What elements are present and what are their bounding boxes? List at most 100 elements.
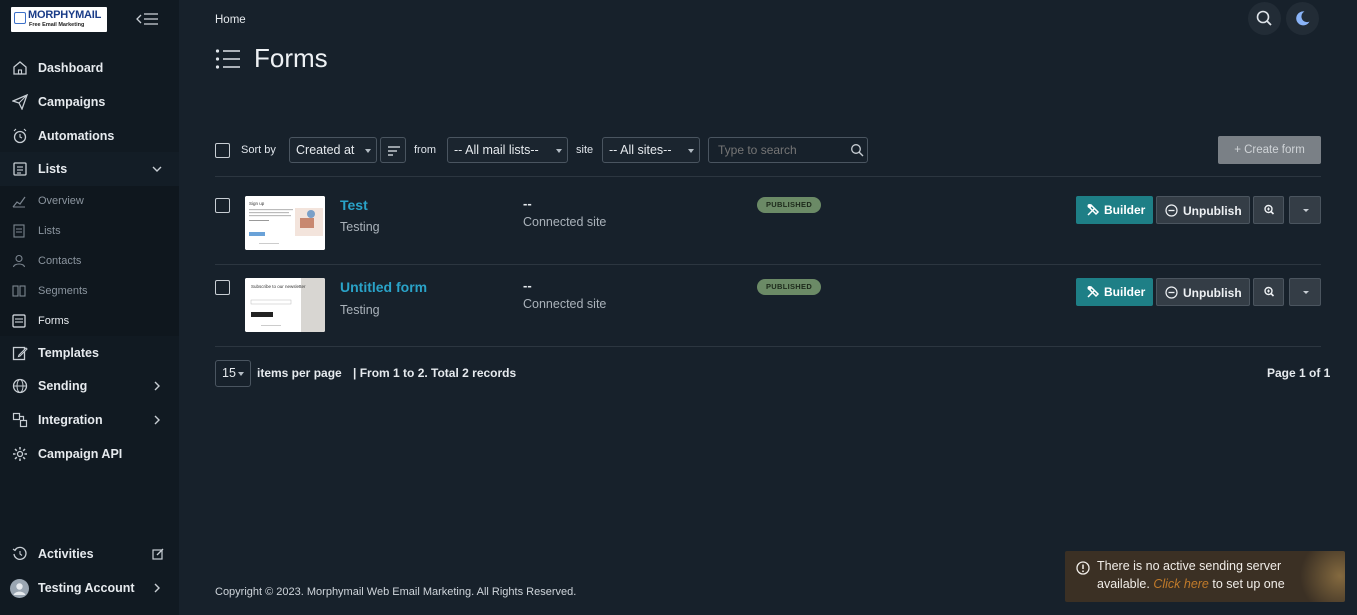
form-site-value: -- bbox=[523, 196, 532, 211]
zoom-icon bbox=[1264, 286, 1275, 297]
sidebar-subitem-overview[interactable]: Overview bbox=[0, 186, 179, 216]
more-actions-dropdown[interactable] bbox=[1289, 196, 1321, 224]
sidebar-collapse-button[interactable] bbox=[135, 9, 159, 29]
sort-direction-button[interactable] bbox=[380, 137, 406, 163]
preview-button[interactable] bbox=[1253, 278, 1284, 306]
sidebar-item-account[interactable]: Testing Account bbox=[0, 571, 179, 605]
toast-message-line2: available. Click here to set up one bbox=[1097, 577, 1285, 591]
sidebar-subitem-contacts[interactable]: Contacts bbox=[0, 246, 179, 276]
sidebar-item-automations[interactable]: Automations bbox=[0, 119, 179, 153]
sidebar-subitem-label: Forms bbox=[38, 315, 70, 327]
form-list-name: Testing bbox=[340, 220, 380, 234]
sidebar-subitem-segments[interactable]: Segments bbox=[0, 276, 179, 306]
sidebar-item-sending[interactable]: Sending bbox=[0, 369, 179, 403]
sidebar-subitem-forms[interactable]: Forms bbox=[0, 306, 179, 336]
chevron-right-icon bbox=[154, 381, 160, 391]
per-page-select[interactable]: 15 bbox=[215, 360, 251, 387]
thumb-heading: Subscribe to our newsletter bbox=[251, 284, 306, 289]
more-actions-dropdown[interactable] bbox=[1289, 278, 1321, 306]
sidebar-item-label: Lists bbox=[38, 162, 68, 176]
thumb-heading: Sign up bbox=[249, 201, 265, 206]
from-label: from bbox=[414, 144, 436, 156]
app-logo[interactable]: MORPHYMAIL Free Email Marketing bbox=[11, 7, 107, 32]
chart-icon bbox=[12, 196, 26, 208]
create-form-button[interactable]: + Create form bbox=[1218, 136, 1321, 164]
search-input[interactable] bbox=[708, 137, 868, 163]
preview-button[interactable] bbox=[1253, 196, 1284, 224]
form-name-link[interactable]: Untitled form bbox=[340, 279, 427, 295]
toast-message: There is no active sending server bbox=[1097, 559, 1282, 573]
form-thumbnail[interactable]: Subscribe to our newsletter bbox=[245, 278, 325, 332]
form-preview-image: Sign up bbox=[245, 196, 325, 250]
sidebar-item-templates[interactable]: Templates bbox=[0, 336, 179, 370]
sort-select-value: Created at bbox=[296, 143, 355, 157]
home-icon bbox=[13, 61, 27, 75]
site-select-value: -- All sites-- bbox=[609, 143, 672, 157]
form-site-caption: Connected site bbox=[523, 297, 607, 311]
toast-glow bbox=[1295, 551, 1345, 602]
mail-list-select[interactable]: -- All mail lists-- bbox=[447, 137, 568, 163]
alert-circle-icon bbox=[1076, 561, 1090, 575]
row-checkbox[interactable] bbox=[215, 280, 230, 295]
edit-icon bbox=[12, 346, 28, 361]
sidebar-item-integration[interactable]: Integration bbox=[0, 403, 179, 437]
tools-icon bbox=[1087, 285, 1100, 298]
list-icon bbox=[13, 162, 27, 176]
unpublish-button[interactable]: Unpublish bbox=[1156, 278, 1250, 306]
logo-title: MORPHYMAIL bbox=[28, 9, 102, 21]
minus-circle-icon bbox=[1165, 286, 1178, 299]
caret-down-icon bbox=[1303, 209, 1309, 212]
paper-plane-icon bbox=[12, 94, 28, 110]
sidebar-item-label: Campaigns bbox=[38, 95, 106, 109]
sidebar-subitem-label: Segments bbox=[38, 285, 88, 297]
unpublish-button[interactable]: Unpublish bbox=[1156, 196, 1250, 224]
builder-button[interactable]: Builder bbox=[1076, 196, 1153, 224]
zoom-icon bbox=[1264, 204, 1275, 215]
sidebar-item-label: Testing Account bbox=[38, 581, 135, 595]
external-edit-icon[interactable] bbox=[152, 548, 164, 560]
menu-collapse-icon bbox=[136, 13, 158, 25]
segments-icon bbox=[12, 285, 26, 297]
list-bullets-icon bbox=[215, 49, 240, 69]
sidebar-item-lists[interactable]: Lists bbox=[0, 152, 179, 186]
history-icon bbox=[12, 546, 27, 560]
theme-toggle-button[interactable] bbox=[1286, 2, 1319, 35]
sidebar-item-dashboard[interactable]: Dashboard bbox=[0, 51, 179, 85]
lists-submenu: Overview Lists Contacts Segments Forms bbox=[0, 186, 179, 336]
chevron-down-icon bbox=[152, 166, 162, 172]
form-name-link[interactable]: Test bbox=[340, 197, 368, 213]
status-badge: PUBLISHED bbox=[757, 197, 822, 213]
globe-icon bbox=[12, 378, 28, 394]
site-select[interactable]: -- All sites-- bbox=[602, 137, 700, 163]
sidebar-item-campaign-api[interactable]: Campaign API bbox=[0, 437, 179, 471]
sidebar-item-campaigns[interactable]: Campaigns bbox=[0, 85, 179, 119]
row-checkbox[interactable] bbox=[215, 198, 230, 213]
divider bbox=[215, 264, 1321, 265]
mail-list-select-value: -- All mail lists-- bbox=[454, 143, 539, 157]
sidebar-item-label: Dashboard bbox=[38, 61, 104, 75]
setup-server-link[interactable]: Click here bbox=[1153, 577, 1209, 591]
logo-mark bbox=[14, 12, 26, 24]
sidebar-subitem-lists[interactable]: Lists bbox=[0, 216, 179, 246]
unpublish-button-label: Unpublish bbox=[1183, 286, 1242, 300]
tools-icon bbox=[1087, 203, 1100, 216]
sidebar-item-activities[interactable]: Activities bbox=[0, 537, 179, 571]
sidebar-item-label: Integration bbox=[38, 413, 103, 427]
builder-button[interactable]: Builder bbox=[1076, 278, 1153, 306]
toast-prefix: available. bbox=[1097, 577, 1150, 591]
caret-down-icon bbox=[556, 149, 562, 153]
search-icon bbox=[1256, 10, 1272, 26]
search-button[interactable] bbox=[1248, 2, 1281, 35]
logo-subtitle: Free Email Marketing bbox=[29, 22, 85, 28]
chevron-right-icon bbox=[154, 415, 160, 425]
per-page-value: 15 bbox=[222, 366, 236, 380]
sort-select[interactable]: Created at bbox=[289, 137, 377, 163]
chevron-right-icon bbox=[154, 583, 160, 593]
select-all-checkbox[interactable] bbox=[215, 143, 230, 158]
user-icon bbox=[12, 254, 26, 268]
status-badge: PUBLISHED bbox=[757, 279, 822, 295]
caret-down-icon bbox=[365, 149, 371, 153]
form-thumbnail[interactable]: Sign up bbox=[245, 196, 325, 250]
sidebar-item-label: Campaign API bbox=[38, 447, 123, 461]
breadcrumb[interactable]: Home bbox=[215, 14, 246, 26]
